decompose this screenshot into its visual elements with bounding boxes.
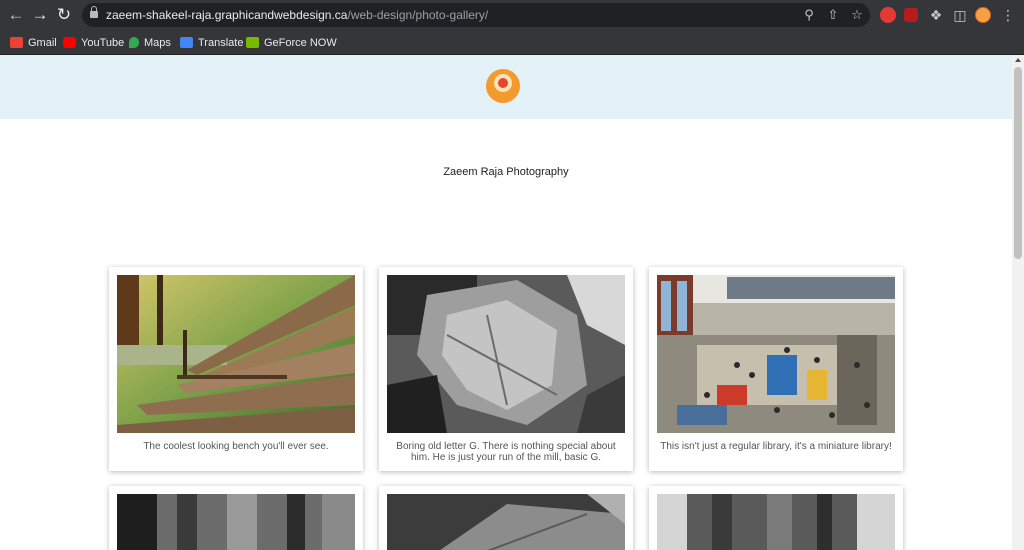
scroll-thumb[interactable] <box>1014 67 1022 259</box>
bookmark-label: YouTube <box>81 36 125 49</box>
menu-kebab-icon[interactable]: ⋮ <box>999 6 1017 24</box>
leaf-bw-photo-illustration <box>387 494 625 550</box>
scroll-up-arrow-icon[interactable] <box>1015 58 1021 62</box>
geforce-now-icon <box>246 37 259 48</box>
bookmark-translate[interactable]: Translate <box>180 34 243 51</box>
gallery-photo-leaf[interactable] <box>387 275 625 433</box>
address-bar[interactable]: zaeem-shakeel-raja.graphicandwebdesign.c… <box>82 3 870 27</box>
youtube-icon <box>63 37 76 48</box>
gallery-card[interactable] <box>109 486 363 550</box>
site-logo-icon[interactable] <box>486 69 520 103</box>
lock-icon[interactable] <box>90 6 98 20</box>
bookmark-geforce-now[interactable]: GeForce NOW <box>246 34 337 51</box>
translate-icon <box>180 37 193 48</box>
library-photo-illustration <box>657 275 895 433</box>
gallery-photo-tree-trunk[interactable] <box>657 494 895 550</box>
bookmark-maps[interactable]: Maps <box>129 34 171 51</box>
bench-photo-illustration <box>117 275 355 433</box>
maps-icon <box>129 37 139 48</box>
url-text[interactable]: zaeem-shakeel-raja.graphicandwebdesign.c… <box>106 8 488 22</box>
gallery-photo-tree-bark[interactable] <box>117 494 355 550</box>
ublock-icon[interactable] <box>904 8 918 22</box>
gallery-photo-leaf-bw[interactable] <box>387 494 625 550</box>
gallery-card[interactable] <box>649 486 903 550</box>
gallery-photo-bench[interactable] <box>117 275 355 433</box>
gallery-card[interactable]: Boring old letter G. There is nothing sp… <box>379 267 633 471</box>
bookmark-label: Translate <box>198 36 244 49</box>
bookmark-label: Maps <box>144 36 171 49</box>
gallery-caption: This isn't just a regular library, it's … <box>660 441 892 452</box>
tree-trunk-photo-illustration <box>657 494 895 550</box>
gallery-card[interactable]: This isn't just a regular library, it's … <box>649 267 903 471</box>
reload-icon[interactable]: ↻ <box>54 5 74 25</box>
bookmarks-bar: Gmail YouTube Maps Translate GeForce NOW <box>0 30 1024 55</box>
bookmark-label: GeForce NOW <box>264 36 337 49</box>
site-title: Zaeem Raja Photography <box>443 166 569 178</box>
url-path: /web-design/photo-gallery/ <box>347 8 489 22</box>
web-page: Zaeem Raja Photography The coolest looki… <box>0 55 1012 550</box>
forward-arrow-icon[interactable]: → <box>30 5 50 25</box>
gallery-card[interactable] <box>379 486 633 550</box>
site-header <box>0 55 1012 119</box>
page-scrollbar[interactable] <box>1012 55 1024 550</box>
back-arrow-icon[interactable]: ← <box>6 5 26 25</box>
url-domain: zaeem-shakeel-raja.graphicandwebdesign.c… <box>106 8 348 22</box>
extensions-puzzle-icon[interactable]: ❖ <box>927 6 945 24</box>
leaf-photo-illustration <box>387 275 625 433</box>
share-icon[interactable]: ⇧ <box>824 6 842 24</box>
profile-avatar[interactable] <box>975 7 991 23</box>
tree-bark-photo-illustration <box>117 494 355 550</box>
bookmark-youtube[interactable]: YouTube <box>63 34 124 51</box>
extension-shield-icon[interactable] <box>880 7 896 23</box>
bookmark-label: Gmail <box>28 36 57 49</box>
bookmark-gmail[interactable]: Gmail <box>10 34 57 51</box>
gmail-icon <box>10 37 23 48</box>
gallery-caption: Boring old letter G. There is nothing sp… <box>396 441 616 463</box>
zoom-search-icon[interactable]: ⚲ <box>800 6 818 24</box>
browser-toolbar: ← → ↻ zaeem-shakeel-raja.graphicandwebde… <box>0 0 1024 30</box>
bookmark-star-icon[interactable]: ☆ <box>848 6 866 24</box>
side-panel-icon[interactable]: ◫ <box>951 6 969 24</box>
gallery-photo-library[interactable] <box>657 275 895 433</box>
gallery-card[interactable]: The coolest looking bench you'll ever se… <box>109 267 363 471</box>
gallery-caption: The coolest looking bench you'll ever se… <box>143 441 329 452</box>
